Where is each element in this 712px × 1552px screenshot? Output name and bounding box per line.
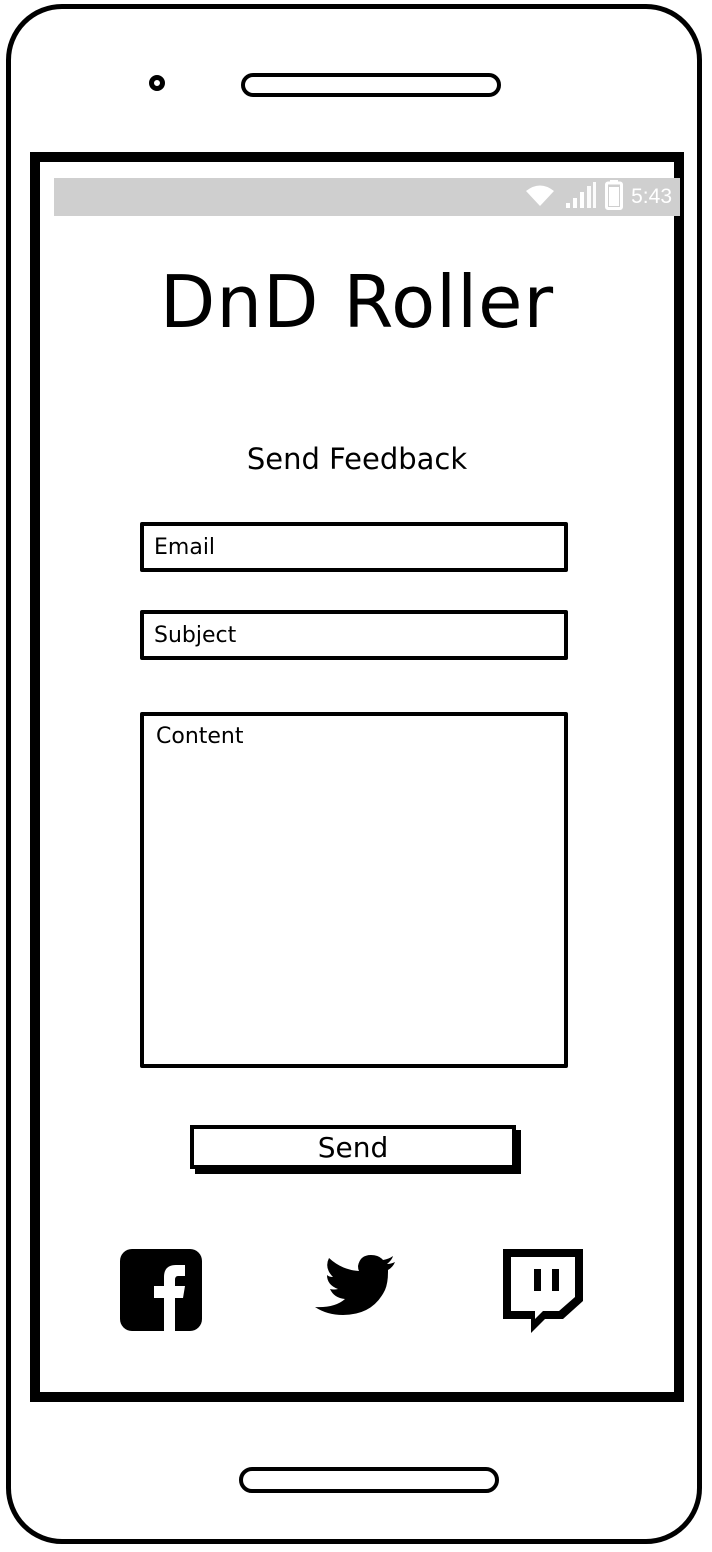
- wifi-icon: [523, 182, 557, 212]
- twitch-link[interactable]: [498, 1246, 588, 1338]
- status-time: 5:43: [631, 185, 672, 208]
- camera-icon: [149, 75, 165, 91]
- facebook-link[interactable]: [116, 1246, 206, 1338]
- phone-screen: 5:43 DnD Roller Send Feedback Send: [30, 152, 684, 1402]
- battery-icon: [605, 180, 624, 214]
- email-field[interactable]: [140, 522, 568, 572]
- facebook-icon: [119, 1248, 203, 1336]
- status-icons: 5:43: [523, 178, 672, 216]
- status-bar: 5:43: [54, 178, 680, 216]
- content-textarea[interactable]: [140, 712, 568, 1068]
- speaker-grille: [241, 73, 501, 97]
- feedback-heading: Send Feedback: [246, 442, 468, 476]
- twitch-icon: [499, 1245, 587, 1339]
- signal-icon: [565, 181, 597, 213]
- send-button[interactable]: Send: [190, 1125, 516, 1169]
- subject-field[interactable]: [140, 610, 568, 660]
- twitter-icon: [309, 1252, 397, 1332]
- app-title: DnD Roller: [159, 260, 555, 344]
- twitter-link[interactable]: [308, 1246, 398, 1338]
- home-button[interactable]: [239, 1467, 499, 1493]
